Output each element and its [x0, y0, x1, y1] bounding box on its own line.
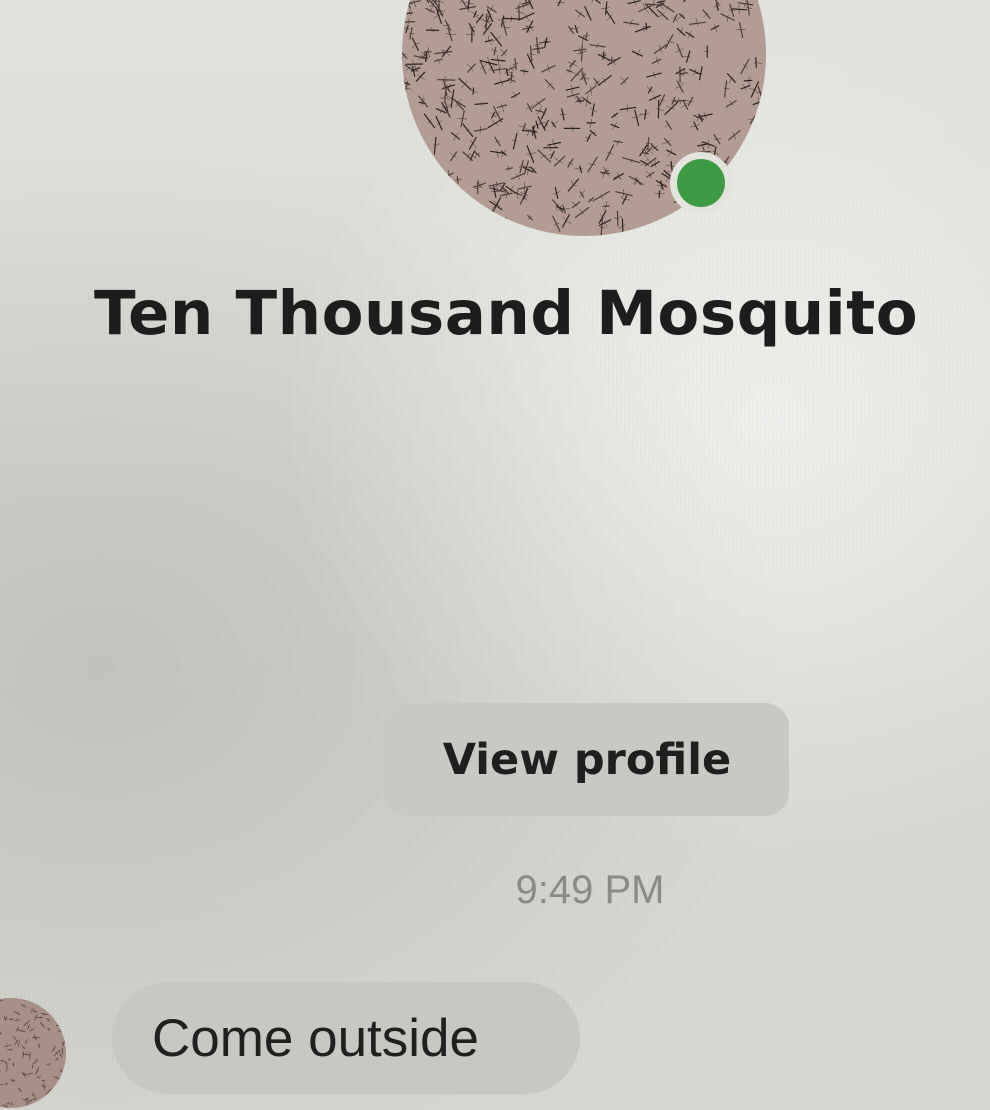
contact-avatar[interactable] [402, 0, 766, 236]
chat-screen: Ten Thousand Mosquito View profile 9:49 … [0, 0, 990, 1110]
message-bubble[interactable]: Come outside [112, 982, 580, 1094]
online-dot-icon [670, 152, 732, 214]
message-text: Come outside [152, 1008, 480, 1068]
contact-name: Ten Thousand Mosquito [94, 278, 919, 349]
message-timestamp: 9:49 PM [515, 868, 665, 912]
mosquito-swarm-avatar-small-icon [0, 998, 66, 1108]
sender-avatar[interactable] [0, 998, 66, 1108]
view-profile-button[interactable]: View profile [385, 703, 789, 816]
